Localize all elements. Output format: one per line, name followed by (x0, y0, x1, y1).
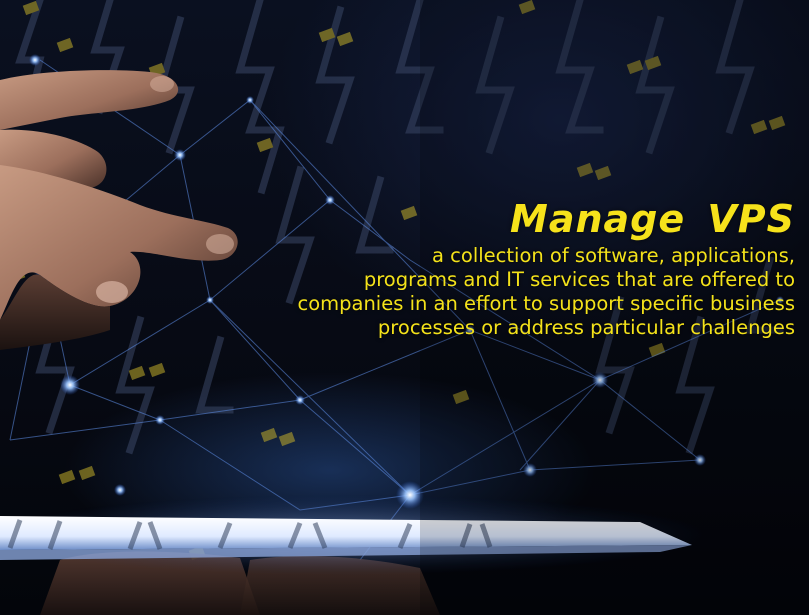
description-line: processes or address particular challeng… (377, 316, 795, 339)
description-line: a collection of software, applications, (432, 244, 795, 267)
description-line: companies in an effort to support specif… (297, 292, 795, 315)
hero-banner: Manage VPS a collection of software, app… (0, 0, 809, 615)
hero-text: Manage VPS a collection of software, app… (155, 196, 795, 340)
description-line: programs and IT services that are offere… (363, 268, 795, 291)
hero-title: Manage VPS (510, 197, 795, 241)
hero-description: a collection of software, applications, … (155, 244, 795, 340)
